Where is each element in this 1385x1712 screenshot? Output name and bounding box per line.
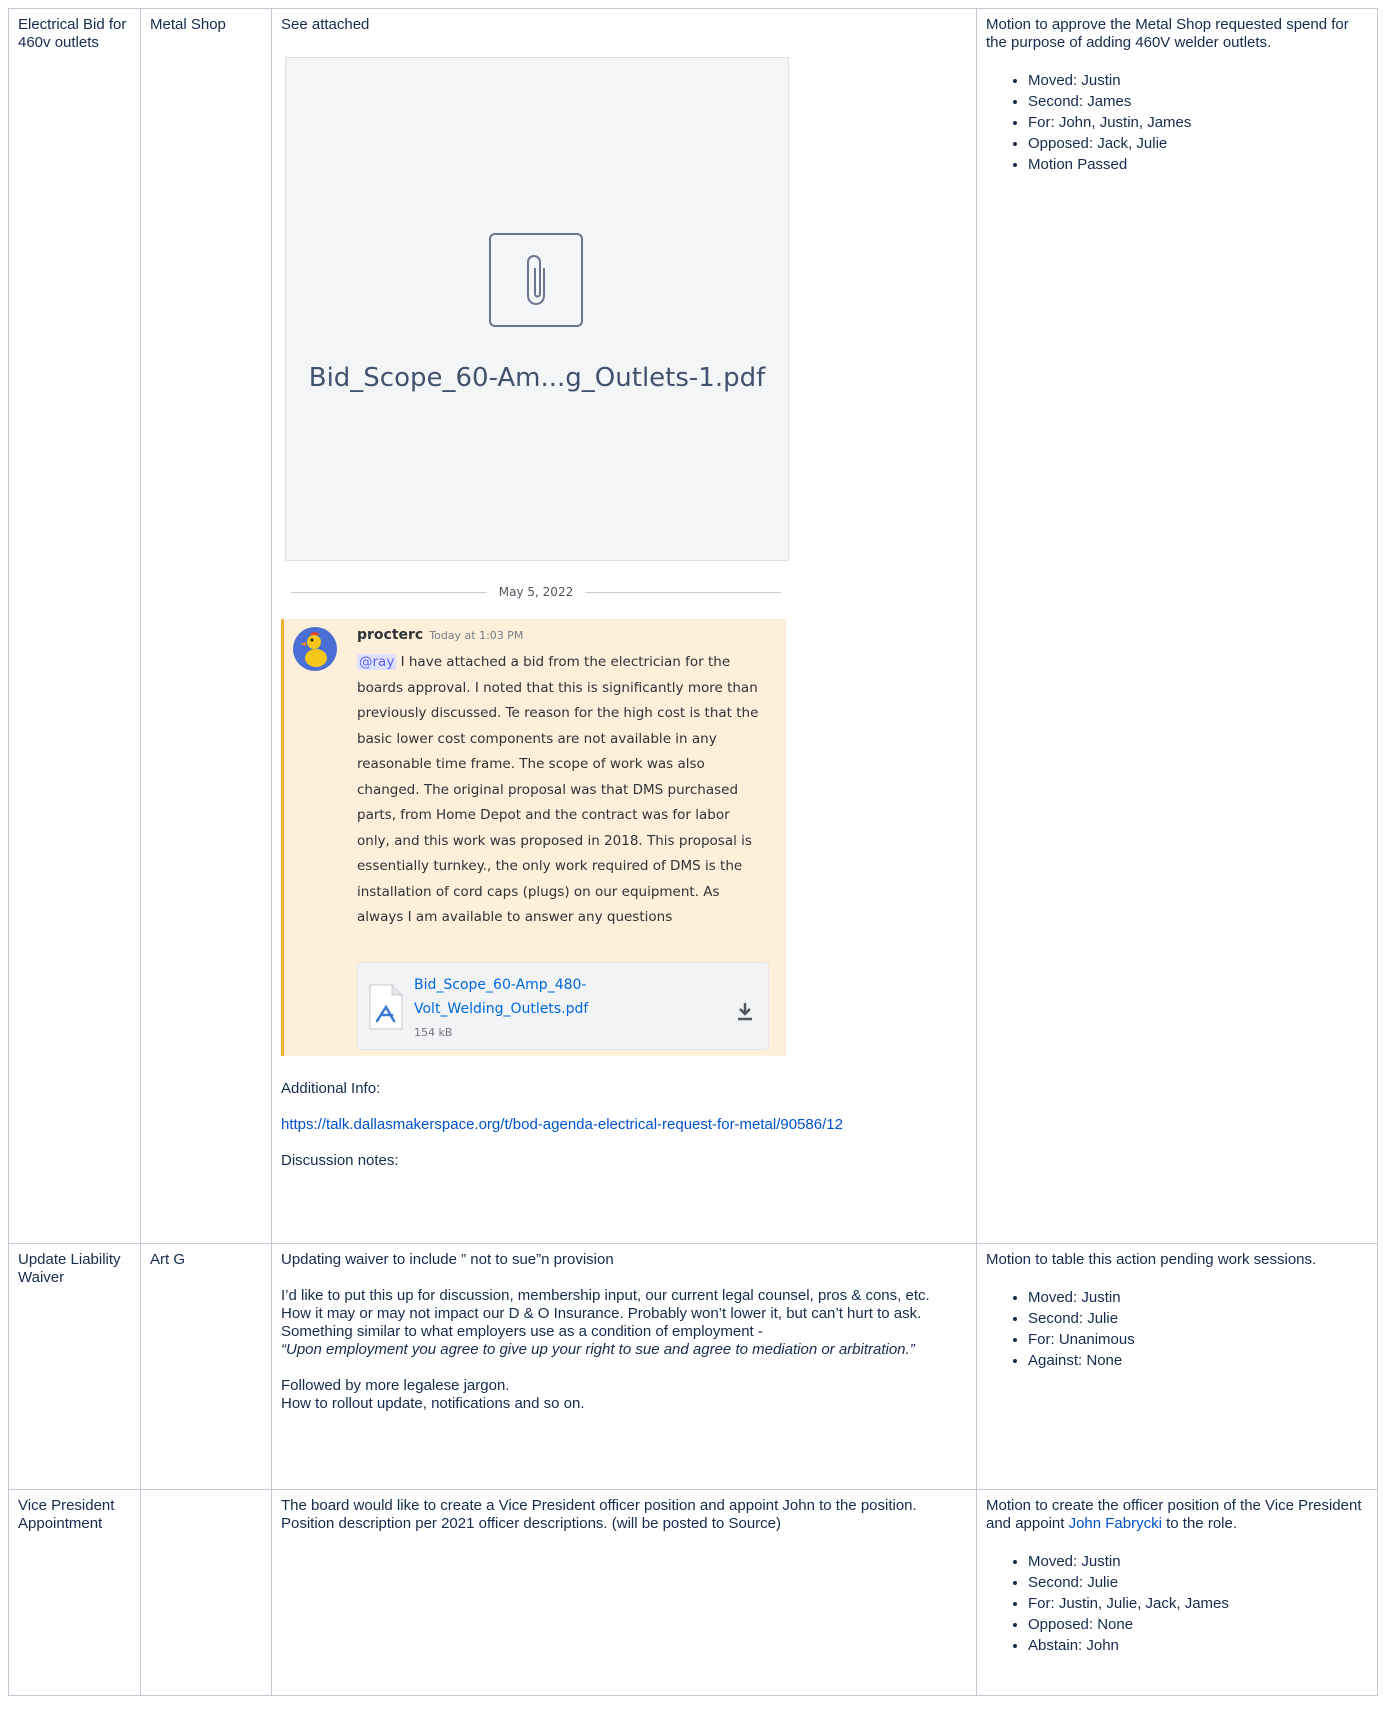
list-item: Moved: Justin [1028, 1287, 1368, 1308]
notes-line: Followed by more legalese jargon. [281, 1377, 510, 1394]
list-item: Opposed: None [1028, 1614, 1368, 1635]
discussion-thread-link[interactable]: https://talk.dallasmakerspace.org/t/bod-… [281, 1116, 843, 1133]
chat-message: procterc Today at 1:03 PM @ray I have att… [281, 619, 786, 1056]
motion-text: Motion to table this action pending work… [986, 1251, 1317, 1268]
divider [291, 591, 487, 593]
file-attachment-link[interactable]: Bid_Scope_60-Amp_480-Volt_Welding_Outlet… [414, 973, 724, 1021]
list-item: Abstain: John [1028, 1635, 1368, 1656]
file-attachment-card: Bid_Scope_60-Amp_480-Volt_Welding_Outlet… [357, 962, 769, 1050]
list-item: For: Justin, Julie, Jack, James [1028, 1593, 1368, 1614]
discussion-notes-label: Discussion notes: [281, 1152, 399, 1169]
chat-username[interactable]: procterc [357, 627, 423, 643]
notes-line: How to rollout update, notifications and… [281, 1395, 585, 1412]
notes-cell: The board would like to create a Vice Pr… [271, 1489, 977, 1696]
pdf-file-icon [369, 984, 403, 1030]
motion-text: Motion to create the officer position of… [986, 1497, 1368, 1533]
additional-info-label: Additional Info: [281, 1080, 381, 1097]
chat-message-text: I have attached a bid from the electrici… [357, 654, 759, 925]
minutes-table: Electrical Bid for 460v outlets Metal Sh… [8, 8, 1378, 1696]
topic-cell: Update Liability Waiver [8, 1243, 141, 1490]
table-row: Vice President Appointment The board wou… [8, 1489, 1378, 1696]
vote-list: Moved: Justin Second: James For: John, J… [986, 70, 1368, 175]
date-separator-label: May 5, 2022 [498, 585, 574, 599]
notes-line: I’d like to put this up for discussion, … [281, 1287, 930, 1304]
owner-cell: Art G [140, 1243, 272, 1490]
user-mention[interactable]: @ray [357, 654, 397, 670]
notes-intro: The board would like to create a Vice Pr… [281, 1497, 917, 1532]
list-item: For: John, Justin, James [1028, 112, 1368, 133]
table-row: Electrical Bid for 460v outlets Metal Sh… [8, 8, 1378, 1244]
list-item: Second: Julie [1028, 1308, 1368, 1329]
motion-text-after: to the role. [1161, 1515, 1237, 1532]
list-item: Second: James [1028, 91, 1368, 112]
chat-timestamp: Today at 1:03 PM [429, 629, 524, 642]
chat-header: procterc Today at 1:03 PM [357, 625, 523, 645]
vote-list: Moved: Justin Second: Julie For: Justin,… [986, 1551, 1368, 1656]
notes-line: Something similar to what employers use … [281, 1323, 763, 1340]
topic-cell: Vice President Appointment [8, 1489, 141, 1696]
date-separator: May 5, 2022 [291, 583, 781, 601]
list-item: Motion Passed [1028, 154, 1368, 175]
notes-intro: Updating waiver to include ” not to sue”… [281, 1251, 614, 1268]
avatar[interactable] [293, 627, 337, 671]
attachment-preview-filename: Bid_Scope_60-Am...g_Outlets-1.pdf [308, 363, 766, 393]
download-icon[interactable] [736, 1001, 754, 1021]
divider [585, 591, 781, 593]
list-item: Second: Julie [1028, 1572, 1368, 1593]
motion-cell: Motion to approve the Metal Shop request… [976, 8, 1378, 1244]
notes-cell: Updating waiver to include ” not to sue”… [271, 1243, 977, 1490]
notes-cell: See attached Bid_Scope_60-Am...g_Outlets… [271, 8, 977, 1244]
paperclip-icon [489, 233, 583, 327]
list-item: Opposed: Jack, Julie [1028, 133, 1368, 154]
notes-intro: See attached [281, 16, 370, 33]
attachment-preview[interactable]: Bid_Scope_60-Am...g_Outlets-1.pdf [285, 57, 789, 561]
file-size: 154 kB [414, 1026, 453, 1039]
user-avatar-duck [300, 632, 327, 667]
list-item: Moved: Justin [1028, 1551, 1368, 1572]
motion-cell: Motion to create the officer position of… [976, 1489, 1378, 1696]
list-item: For: Unanimous [1028, 1329, 1368, 1350]
user-mention-link[interactable]: John Fabrycki [1069, 1515, 1162, 1532]
table-row: Update Liability Waiver Art G Updating w… [8, 1243, 1378, 1490]
chat-message-body: @ray I have attached a bid from the elec… [357, 650, 765, 931]
owner-cell: Metal Shop [140, 8, 272, 1244]
notes-line: How it may or may not impact our D & O I… [281, 1305, 922, 1322]
motion-text: Motion to approve the Metal Shop request… [986, 16, 1349, 51]
vote-list: Moved: Justin Second: Julie For: Unanimo… [986, 1287, 1368, 1371]
notes-quote: “Upon employment you agree to give up yo… [281, 1341, 915, 1358]
list-item: Against: None [1028, 1350, 1368, 1371]
owner-cell [140, 1489, 272, 1696]
list-item: Moved: Justin [1028, 70, 1368, 91]
topic-cell: Electrical Bid for 460v outlets [8, 8, 141, 1244]
motion-cell: Motion to table this action pending work… [976, 1243, 1378, 1490]
